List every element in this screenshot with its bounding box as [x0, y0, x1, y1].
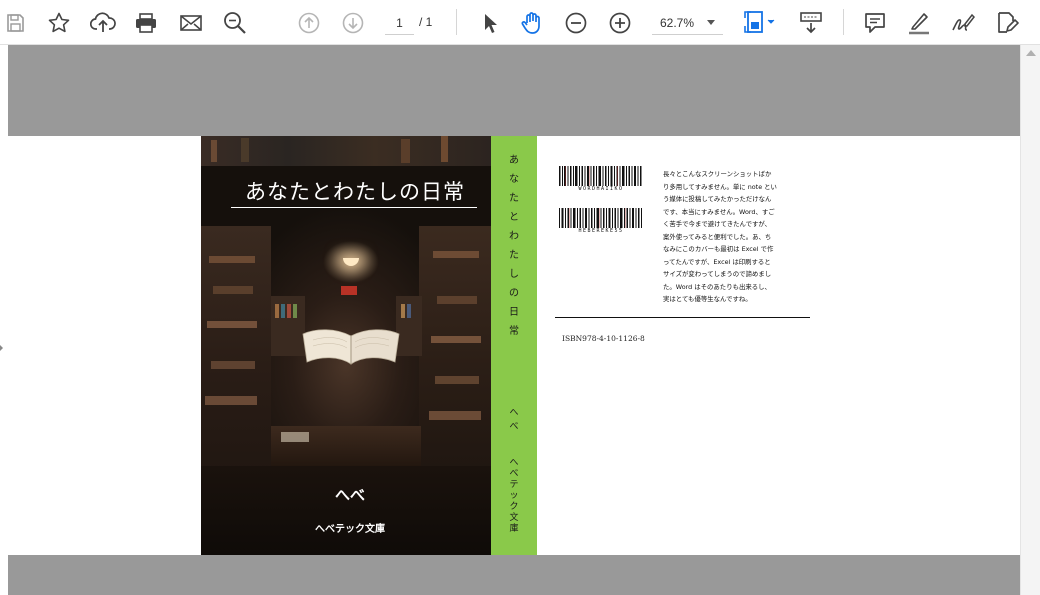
book-spine [401, 139, 410, 163]
spine-publisher-char: テ [509, 480, 519, 490]
page-total-label: / 1 [419, 15, 433, 29]
book-spine [401, 304, 405, 318]
canvas-background [8, 45, 1020, 136]
book-spine [429, 411, 481, 420]
book-spine [293, 304, 297, 318]
spine-title-char: と [509, 212, 519, 223]
book-spine [275, 304, 279, 318]
barcode-bars [559, 166, 642, 186]
book-spine [441, 136, 448, 162]
vertical-scrollbar[interactable] [1020, 45, 1040, 595]
page-up-icon[interactable] [295, 9, 323, 37]
spine-title-char: あ [509, 155, 519, 166]
spine-publisher-char: 文 [509, 513, 519, 523]
spine-publisher-char: べ [509, 469, 519, 479]
book-spine [437, 296, 477, 304]
save-icon[interactable] [1, 9, 29, 37]
paper-on-desk [281, 432, 309, 442]
open-book-illustration [302, 329, 400, 365]
book-spine [287, 304, 291, 318]
toolbar-divider [843, 9, 844, 35]
spine-title-char: し [509, 269, 519, 280]
hand-tool-icon[interactable] [518, 9, 546, 37]
book-spine [207, 321, 257, 328]
zoom-search-icon[interactable] [221, 9, 249, 37]
canvas-background [8, 555, 1020, 595]
pdf-page: あなたとわたしの日常 へべ へべテック文庫 あ な た と わ た し の 日 … [8, 136, 1020, 555]
chevron-down-icon [707, 20, 715, 25]
zoom-in-icon[interactable] [606, 9, 634, 37]
barcode-1-label: WORDHAIIKO [578, 186, 624, 192]
barcode-bars [559, 208, 642, 228]
spine-title-char: 日 [509, 307, 519, 318]
right-bookshelf [419, 226, 491, 506]
book-spine [205, 396, 257, 405]
book-spine [433, 251, 479, 258]
spine-title: あ な た と わ た し の 日 常 [491, 156, 537, 337]
toolbar: / 1 62.7% [0, 0, 1040, 45]
ceiling-lamp [343, 258, 359, 266]
highlight-icon[interactable] [905, 9, 933, 37]
zoom-level-dropdown[interactable]: 62.7% [652, 11, 723, 35]
book-publisher: へべテック文庫 [315, 524, 385, 535]
zoom-level-value: 62.7% [660, 15, 695, 30]
book-spine [209, 256, 255, 263]
exit-sign [341, 286, 357, 295]
book-front-cover: あなたとわたしの日常 へべ へべテック文庫 [201, 136, 491, 555]
book-spine [211, 140, 217, 162]
spine-title-char: た [509, 193, 519, 204]
isbn-text: ISBN978-4-10-1126-8 [562, 334, 645, 343]
spine-title-char: た [509, 250, 519, 261]
book-spine [281, 304, 285, 318]
scroll-up-arrow-icon[interactable] [1026, 50, 1036, 56]
side-panel-toggle[interactable] [0, 345, 3, 351]
book-spine [211, 361, 255, 369]
spine-publisher-char: 庫 [509, 524, 519, 534]
spine-title-char: の [509, 288, 519, 299]
zoom-out-icon[interactable] [562, 9, 590, 37]
book-spine [213, 286, 253, 294]
book-spine [431, 336, 481, 343]
toolbar-divider [456, 9, 457, 35]
sign-icon[interactable] [949, 9, 977, 37]
edit-pdf-icon[interactable] [993, 9, 1021, 37]
upload-cloud-icon[interactable] [89, 9, 117, 37]
page-number-input[interactable] [385, 11, 414, 35]
book-spine [407, 304, 411, 318]
title-underline [231, 207, 477, 208]
back-cover-blurb: 長々とこんなスクリーンショットばか り多用してすみません。単に note とい … [663, 170, 777, 303]
document-viewer[interactable]: あなたとわたしの日常 へべ へべテック文庫 あ な た と わ た し の 日 … [0, 45, 1040, 595]
spine-author-char: へ [509, 408, 519, 418]
bookmark-star-icon[interactable] [45, 9, 73, 37]
spine-publisher-char: へ [509, 458, 519, 468]
book-title: あなたとわたしの日常 [245, 180, 465, 204]
book-author: へべ [334, 486, 365, 504]
book-spine [241, 138, 249, 162]
spine-publisher-char: ッ [509, 491, 519, 501]
spine-publisher-char: ク [509, 502, 519, 512]
spine-author-char: べ [509, 422, 519, 432]
fit-page-icon[interactable] [740, 9, 780, 37]
book-back-cover: WORDHAIIKO HEBEREKE55 長々とこんなスクリーンショットばか … [537, 136, 837, 555]
book-spine-panel: あ な た と わ た し の 日 常 へ べ へ べ テ ッ ク 文 庫 [491, 136, 537, 555]
email-icon[interactable] [177, 9, 205, 37]
scroll-mode-icon[interactable] [797, 9, 825, 37]
spine-title-char: 常 [509, 326, 519, 337]
back-cover-rule [555, 317, 810, 318]
spine-title-char: わ [509, 231, 519, 242]
select-cursor-icon[interactable] [475, 9, 503, 37]
book-spine [435, 376, 479, 384]
spine-author: へ べ [491, 408, 537, 432]
spine-title-char: な [509, 174, 519, 185]
dark-floor [201, 466, 491, 555]
print-icon[interactable] [132, 9, 160, 37]
barcode-2-label: HEBEREKE55 [578, 228, 624, 234]
comment-icon[interactable] [861, 9, 889, 37]
page-down-icon[interactable] [339, 9, 367, 37]
spine-publisher: へ べ テ ッ ク 文 庫 [491, 458, 537, 534]
